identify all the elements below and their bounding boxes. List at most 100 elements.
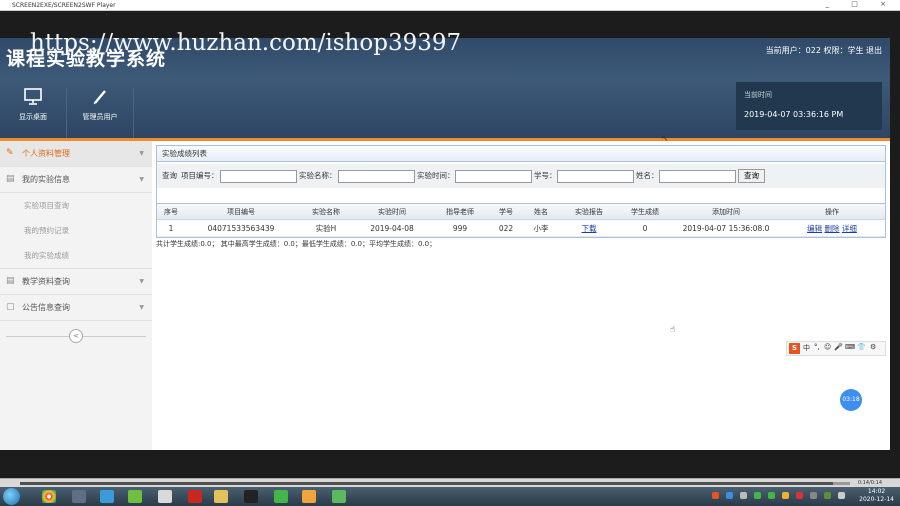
sogou-logo: S: [789, 343, 800, 354]
main-content: 实验成绩列表 查询 项目编号： 实验名称： 实验时间： 学号： 姓名： 查询 序…: [152, 141, 890, 450]
player-title: SCREEN2EXE/SCREEN2SWF Player: [12, 1, 116, 9]
experiment-name-label: 实验名称：: [299, 171, 337, 180]
chrome-icon[interactable]: [42, 490, 56, 503]
sidebar-subitem-project-query[interactable]: 实验项目查询: [0, 193, 152, 218]
column-header: 学生成绩: [617, 204, 673, 220]
seek-bar[interactable]: [20, 482, 850, 485]
qq-icon[interactable]: [244, 490, 258, 503]
sidebar-subitem-reservations[interactable]: 我的预约记录: [0, 218, 152, 243]
tray-icon[interactable]: [754, 492, 761, 499]
tray-icon[interactable]: [796, 492, 803, 499]
seek-fill: [20, 482, 834, 485]
search-bar: 查询 项目编号： 实验名称： 实验时间： 学号： 姓名： 查询: [157, 164, 885, 188]
download-link[interactable]: 下载: [582, 224, 597, 233]
cursor-icon: ↖: [661, 134, 669, 144]
folder-icon[interactable]: [214, 490, 228, 503]
column-header: 学号: [491, 204, 521, 220]
tray-icon[interactable]: [768, 492, 775, 499]
floating-badge[interactable]: 03:18: [840, 389, 862, 411]
wechat-icon[interactable]: [274, 490, 288, 503]
app-icon[interactable]: [100, 490, 114, 503]
sidebar-item-teaching-materials[interactable]: ▤ 教学资料查询 ▼: [0, 269, 152, 295]
clock-time: 14:02: [867, 488, 886, 495]
report-cell: 下载: [561, 219, 617, 237]
window-controls[interactable]: _ □ ×: [826, 0, 896, 8]
app-window: 课程实验教学系统 当前用户：022 权限：学生 退出 显示桌面 管理员用户 当前…: [0, 38, 890, 450]
table-cell: 1: [157, 219, 185, 237]
taskbar: 14:02 2020-12-14: [0, 487, 900, 506]
url-watermark: https://www.huzhan.com/ishop39397: [30, 30, 462, 56]
current-time-box: 当前时间 2019-04-07 03:36:16 PM: [736, 82, 882, 130]
ime-glyph[interactable]: ⚙: [870, 343, 876, 351]
sidebar-item-my-experiments[interactable]: ▤ 我的实验信息 ▼: [0, 167, 152, 193]
sidebar-item-profile[interactable]: ✎ 个人资料管理 ▼: [0, 141, 152, 167]
ime-glyph[interactable]: °,: [814, 343, 820, 351]
app-icon[interactable]: [72, 490, 86, 503]
student-no-input[interactable]: [557, 170, 634, 183]
app-icon[interactable]: [302, 490, 316, 503]
show-desktop-label: 显示桌面: [19, 113, 47, 121]
table-cell: 04071533563439: [185, 219, 297, 237]
pencil-icon: ✎: [6, 148, 14, 158]
grid-icon: ▤: [6, 174, 15, 184]
tray-icon[interactable]: [824, 492, 831, 499]
current-time-value: 2019-04-07 03:36:16 PM: [744, 110, 844, 119]
project-no-input[interactable]: [220, 170, 297, 183]
app-icon[interactable]: [158, 490, 172, 503]
sidebar-item-announcements[interactable]: ▢ 公告信息查询 ▼: [0, 295, 152, 321]
score-table: 序号 项目编号 实验名称 实验时间 指导老师 学号 姓名 实验报告 学生成绩 添…: [156, 203, 886, 238]
delete-link[interactable]: 删除: [825, 224, 840, 233]
student-name-input[interactable]: [659, 170, 736, 183]
actions-cell: 编辑 删除 详细: [779, 219, 885, 237]
sidebar-collapse: <: [6, 329, 146, 343]
edit-link[interactable]: 编辑: [807, 224, 822, 233]
ime-glyph[interactable]: ☺: [824, 343, 831, 351]
sidebar-item-label: 个人资料管理: [22, 149, 70, 158]
ime-glyph[interactable]: 👕: [857, 343, 866, 351]
sidebar-subitem-my-scores[interactable]: 我的实验成绩: [0, 243, 152, 269]
student-no-label: 学号：: [534, 171, 557, 180]
ime-glyph[interactable]: ⌨: [845, 343, 855, 351]
tray-icon[interactable]: [782, 492, 789, 499]
hand-cursor-icon: ☝: [670, 325, 676, 335]
ime-glyph[interactable]: 🎤: [834, 343, 843, 351]
flash-icon[interactable]: [188, 490, 202, 503]
table: 序号 项目编号 实验名称 实验时间 指导老师 学号 姓名 实验报告 学生成绩 添…: [157, 204, 885, 237]
score-list-panel: 实验成绩列表 查询 项目编号： 实验名称： 实验时间： 学号： 姓名： 查询: [156, 145, 886, 205]
column-header: 项目编号: [185, 204, 297, 220]
show-desktop-button[interactable]: 显示桌面: [0, 88, 67, 138]
experiment-time-label: 实验时间：: [417, 171, 455, 180]
tray-icon[interactable]: [838, 492, 845, 499]
admin-user-button[interactable]: 管理员用户: [67, 88, 134, 138]
tray-icon[interactable]: [810, 492, 817, 499]
student-name-label: 姓名：: [636, 171, 659, 180]
column-header: 操作: [779, 204, 885, 220]
tray-icon[interactable]: [712, 492, 719, 499]
chevron-down-icon: ▼: [139, 304, 144, 311]
start-button[interactable]: [3, 488, 20, 505]
column-header: 指导老师: [429, 204, 491, 220]
ime-glyph[interactable]: 中: [803, 343, 810, 353]
player-title-bar: SCREEN2EXE/SCREEN2SWF Player _ □ ×: [0, 0, 900, 11]
taskbar-clock[interactable]: 14:02 2020-12-14: [859, 488, 894, 504]
app-icon[interactable]: [332, 490, 346, 503]
panel-title: 实验成绩列表: [157, 146, 885, 162]
table-cell: 0: [617, 219, 673, 237]
app-icon[interactable]: [128, 490, 142, 503]
tray-icon[interactable]: [740, 492, 747, 499]
search-button[interactable]: 查询: [738, 169, 765, 183]
detail-link[interactable]: 详细: [842, 224, 857, 233]
user-info[interactable]: 当前用户：022 权限：学生 退出: [766, 45, 882, 56]
sidebar: ✎ 个人资料管理 ▼ ▤ 我的实验信息 ▼ 实验项目查询 我的预约记录 我的实验…: [0, 141, 153, 450]
ime-toolbar[interactable]: S 中 °, ☺ 🎤 ⌨ 👕 ⚙: [786, 341, 886, 356]
experiment-time-input[interactable]: [455, 170, 532, 183]
pencil-icon: [93, 90, 106, 105]
column-header: 序号: [157, 204, 185, 220]
table-cell: 999: [429, 219, 491, 237]
collapse-button[interactable]: <: [69, 329, 83, 343]
column-header: 添加时间: [673, 204, 779, 220]
tray-icon[interactable]: [726, 492, 733, 499]
monitor-icon: [24, 88, 42, 105]
column-header: 实验时间: [355, 204, 429, 220]
experiment-name-input[interactable]: [338, 170, 415, 183]
